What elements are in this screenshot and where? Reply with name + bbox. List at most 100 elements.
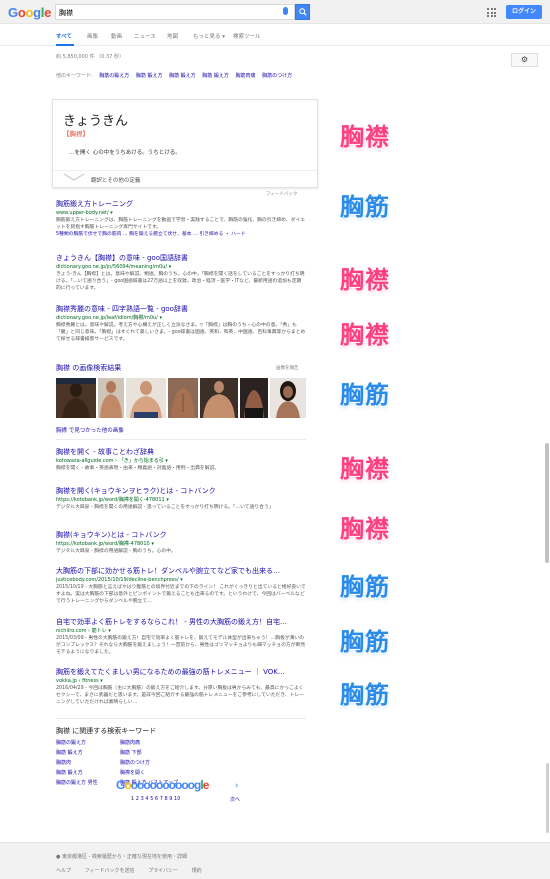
other-keyword-link[interactable]: 胸筋のつけ方 — [262, 73, 292, 79]
pagination-logo: Gooooooooooogle — [116, 778, 209, 792]
related-search-link[interactable]: 胸筋の鍛え方 男性 — [56, 779, 98, 786]
footer-link-privacy[interactable]: プライバシー — [148, 868, 178, 874]
annotation-label: 胸筋 — [340, 193, 390, 221]
logo-letter: e — [44, 5, 52, 20]
result-url[interactable]: kotowaza-allguide.com › 「き」から始まる引 ▾ — [56, 457, 306, 465]
result-title[interactable]: きょうきん【胸襟】の意味 - goo国語辞書 — [56, 254, 306, 263]
result-title[interactable]: 胸襟を開く(キョウキンヲヒラク)とは - コトバンク — [56, 487, 306, 496]
related-search-link[interactable]: 胸襟を開く — [120, 769, 145, 776]
footer: ● 東京都港区 - 検索履歴から・正確な現在地を使用・詳細 ヘルプ フィードバッ… — [0, 842, 550, 879]
related-search-link[interactable]: 胸筋肉痛 — [120, 739, 140, 746]
result-title[interactable]: 自宅で効率よく筋トレをするならこれ！ - 男性の大胸筋の鍛え方！自宅… — [56, 618, 306, 627]
page-number-link[interactable]: 8 — [164, 796, 167, 802]
google-logo[interactable]: Google — [8, 5, 51, 20]
chevron-down-icon[interactable] — [63, 173, 85, 181]
tab-all[interactable]: すべて — [56, 32, 72, 40]
search-result: 大胸筋の下部に効かせる筋トレ！ダンベルや腕立てなど家でも出来る… justice… — [56, 567, 306, 605]
result-snippet: 胸筋鍛え方トレーニングは、胸筋トレーニングを動画で学習・実践することで、胸筋の強… — [56, 218, 306, 230]
result-title[interactable]: 胸筋を鍛えてたくましい男になるための最強の筋トレメニュー ｜ VOK… — [56, 668, 306, 677]
footer-link-help[interactable]: ヘルプ — [56, 868, 71, 874]
other-keyword-link[interactable]: 胸筋 鍛え方 — [136, 73, 163, 79]
result-url[interactable]: vokka.jp › fitness ▾ — [56, 677, 306, 685]
image-thumbnail[interactable] — [126, 378, 166, 418]
page-number-link[interactable]: 9 — [169, 796, 172, 802]
search-result: 胸筋鍛え方トレーニング www.upper-body.net/ ▾ 胸筋鍛え方ト… — [56, 200, 306, 238]
page-number-link[interactable]: 10 — [174, 796, 180, 802]
page-number-link[interactable]: 7 — [160, 796, 163, 802]
login-button[interactable]: ログイン — [506, 5, 542, 19]
footer-link-feedback[interactable]: フィードバックを送信 — [85, 868, 135, 874]
page-number-link[interactable]: 3 — [141, 796, 144, 802]
related-search-link[interactable]: 胸筋 鍛え方 — [56, 769, 83, 776]
active-tab-indicator — [56, 44, 74, 46]
result-title[interactable]: 大胸筋の下部に効かせる筋トレ！ダンベルや腕立てなど家でも出来る… — [56, 567, 306, 576]
result-title[interactable]: 胸襟(キョウキン)とは - コトバンク — [56, 531, 306, 540]
related-search-link[interactable]: 胸筋のつけ方 — [120, 759, 150, 766]
footer-link-terms[interactable]: 規約 — [192, 868, 202, 874]
annotation-label: 胸襟 — [340, 515, 390, 543]
image-thumbnail[interactable] — [270, 378, 306, 418]
result-sitelinks[interactable]: 5種類の胸筋で伏せで胸の筋肉 … 胸を鍛える腕立て伏せ、基本 … 引き締める ・… — [56, 231, 306, 238]
tab-more[interactable]: もっと見る ▾ — [193, 32, 225, 40]
tab-images[interactable]: 画像 — [87, 32, 98, 40]
image-thumbnail[interactable] — [240, 378, 268, 418]
result-title[interactable]: 胸襟秀麗の意味 - 四字熟語一覧 - goo辞書 — [56, 305, 306, 314]
result-snippet: きょう‐きん【胸襟】とは。意味や解説、類語。胸のうち。心の中。「胸襟を開く話をし… — [56, 272, 305, 291]
search-result: 胸筋を鍛えてたくましい男になるための最強の筋トレメニュー ｜ VOK… vokk… — [56, 668, 306, 706]
image-thumbnail[interactable] — [56, 378, 96, 418]
result-snippet: 胸襟秀麗とは。意味や解説。考え方や心構えが正しく立派なさま。▽「胸襟」は胸のうち… — [56, 323, 306, 342]
search-result: 胸襟(キョウキン)とは - コトバンク https://kotobank.jp/… — [56, 531, 306, 555]
tab-videos[interactable]: 動画 — [111, 32, 122, 40]
scrollbar-thumb[interactable] — [545, 443, 549, 563]
page-number-link[interactable]: 6 — [155, 796, 158, 802]
footer-links: ヘルプ フィードバックを送信 プライバシー 規約 — [56, 867, 214, 874]
more-images-link[interactable]: 胸襟 で見つかった他の画像 — [56, 426, 124, 434]
result-title[interactable]: 胸筋鍛え方トレーニング — [56, 200, 306, 209]
search-result: 自宅で効率よく筋トレをするならこれ！ - 男性の大胸筋の鍛え方！自宅… nich… — [56, 618, 306, 656]
search-result: きょうきん【胸襟】の意味 - goo国語辞書 dictionary.goo.ne… — [56, 254, 306, 292]
page-number-link[interactable]: 4 — [145, 796, 148, 802]
feedback-link[interactable]: フィードバック — [266, 191, 297, 197]
related-search-link[interactable]: 胸筋肉 — [56, 759, 71, 766]
result-url[interactable]: dictionary.goo.ne.jp/leaf/idiom/胸襟/m0u/ … — [56, 314, 306, 322]
image-thumbnail[interactable] — [98, 378, 124, 418]
tab-search-tools[interactable]: 検索ツール — [233, 32, 261, 40]
page-number-link[interactable]: 2 — [136, 796, 139, 802]
result-url[interactable]: nichiiro.com › 筋トレ ▾ — [56, 627, 306, 635]
result-url[interactable]: justicebody.com/2015/10/19/decline-bench… — [56, 576, 306, 584]
page-number-current: 1 — [131, 796, 135, 802]
logo-letter: g — [33, 5, 41, 20]
next-page-link[interactable]: 次へ — [230, 796, 240, 803]
search-icon — [298, 8, 307, 16]
more-definitions-link[interactable]: 翻訳とその他の定義 — [91, 176, 140, 184]
related-search-link[interactable]: 胸筋 鍛え方 — [56, 749, 83, 756]
search-result: 胸襟を開く(キョウキンヲヒラク)とは - コトバンク https://kotob… — [56, 487, 306, 511]
other-keyword-link[interactable]: 胸筋 鍛え方 — [169, 73, 196, 79]
search-tabs: すべて 画像 動画 ニュース 地図 もっと見る ▾ 検索ツール ⚙ — [0, 24, 550, 67]
search-button[interactable] — [295, 4, 310, 20]
settings-button[interactable]: ⚙ — [511, 53, 538, 67]
result-url[interactable]: www.upper-body.net/ ▾ — [56, 209, 306, 217]
scrollbar-thumb[interactable] — [546, 763, 549, 833]
related-search-link[interactable]: 胸筋 下部 — [120, 749, 142, 756]
other-keyword-link[interactable]: 胸筋肉痛 — [235, 73, 255, 79]
image-thumbnail[interactable] — [200, 378, 238, 418]
report-images-link[interactable]: 画像を報告 — [276, 365, 299, 371]
microphone-icon[interactable] — [283, 7, 288, 15]
related-search-link[interactable]: 胸筋の鍛え方 — [56, 739, 86, 746]
chevron-right-icon[interactable]: › — [235, 781, 239, 791]
image-results-heading[interactable]: 胸襟 の画像検索結果 — [56, 363, 121, 373]
other-keyword-link[interactable]: 胸筋 鍛え方 — [202, 73, 229, 79]
other-keyword-link[interactable]: 胸筋の鍛え方 — [99, 73, 129, 79]
page-number-link[interactable]: 5 — [150, 796, 153, 802]
tab-maps[interactable]: 地図 — [167, 32, 178, 40]
result-url[interactable]: https://kotobank.jp/word/胸襟を開く-478011 ▾ — [56, 496, 306, 504]
tab-news[interactable]: ニュース — [134, 32, 156, 40]
result-url[interactable]: https://kotobank.jp/word/胸襟-478010 ▾ — [56, 540, 306, 548]
apps-grid-icon[interactable] — [487, 8, 496, 17]
image-thumbnail[interactable] — [168, 378, 198, 418]
result-snippet: 胸襟を開く - 故事・英語表現・由来・類義語・対義語・用例・出典を解説。 — [56, 466, 220, 471]
result-url[interactable]: dictionary.goo.ne.jp/jn/56094/meaning/m0… — [56, 263, 306, 271]
search-input[interactable] — [59, 6, 279, 19]
result-title[interactable]: 胸襟を開く - 故事ことわざ辞典 — [56, 448, 306, 457]
